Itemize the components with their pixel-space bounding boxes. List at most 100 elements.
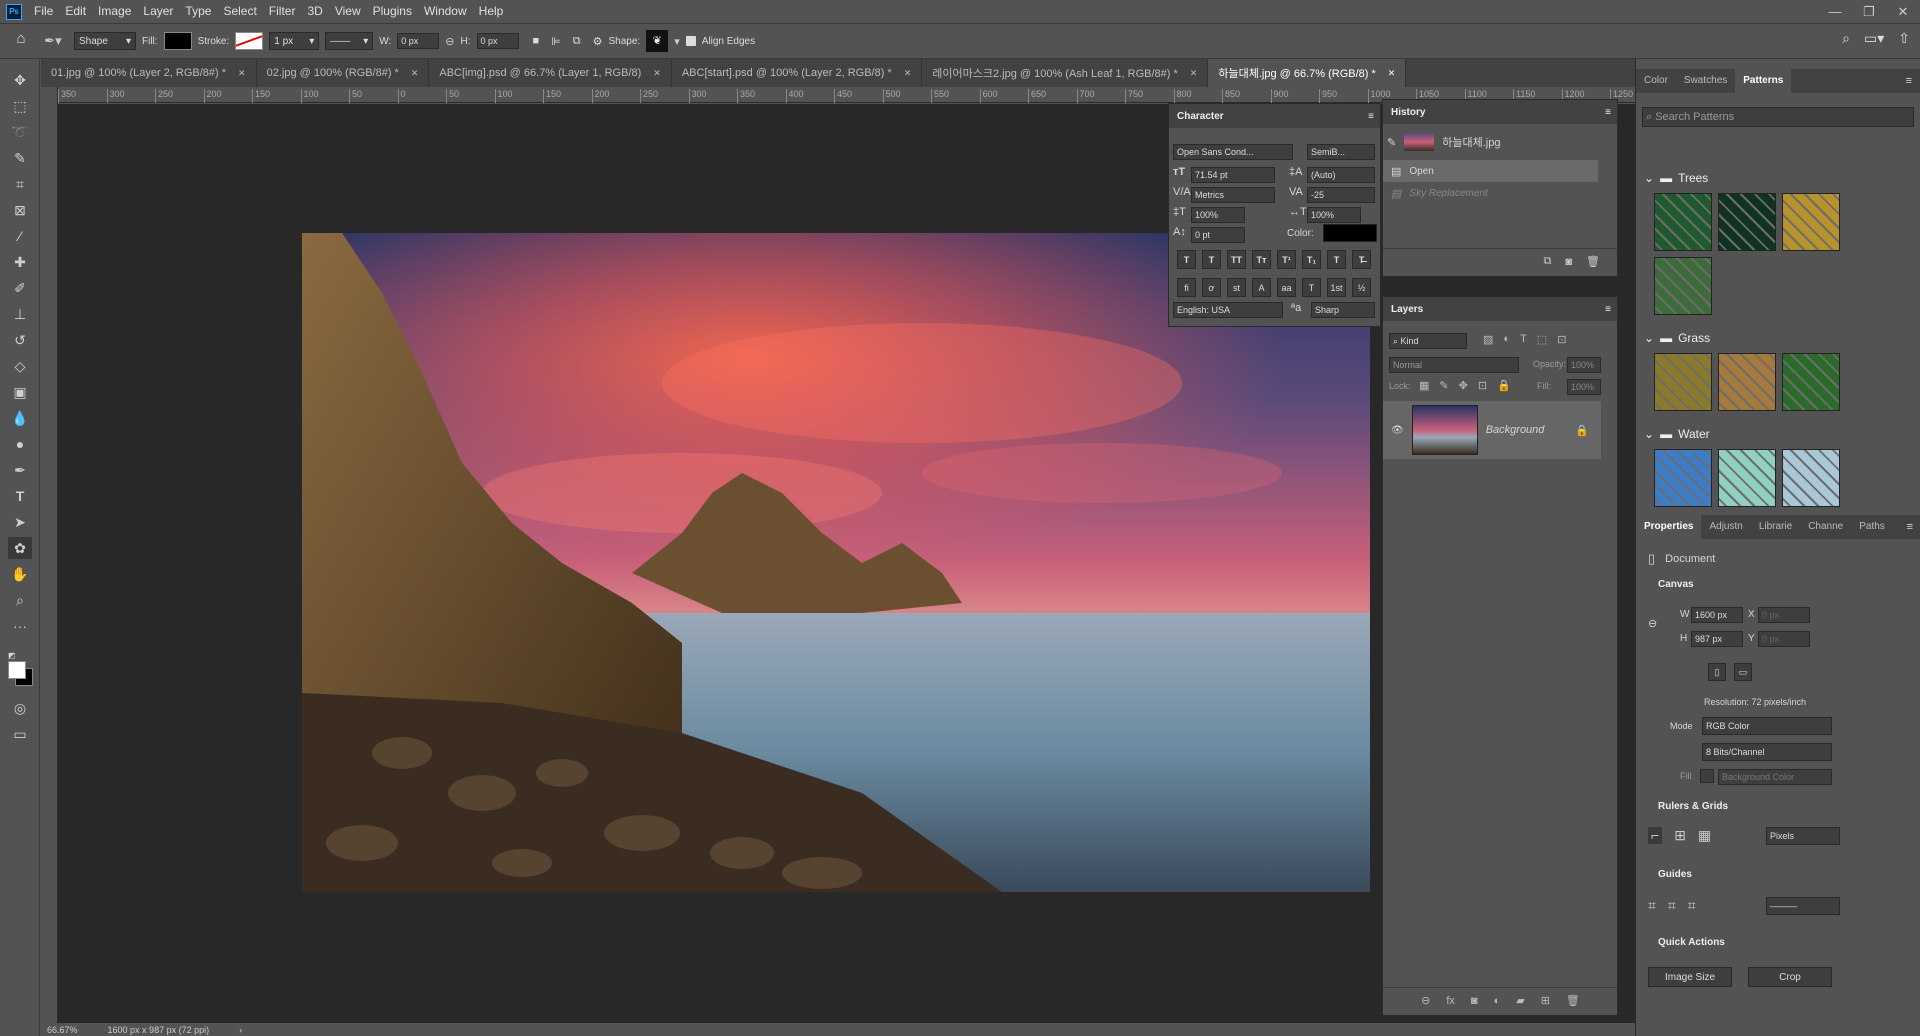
new-group-icon[interactable]: ▰: [1516, 994, 1524, 1007]
gradient-tool-icon[interactable]: ▣: [8, 381, 32, 403]
panel-menu-icon[interactable]: ≡: [1605, 107, 1611, 118]
document-tab[interactable]: 레이어마스크2.jpg @ 100% (Ash Leaf 1, RGB/8#) …: [922, 59, 1209, 87]
menu-file[interactable]: File: [28, 0, 59, 23]
menu-select[interactable]: Select: [217, 0, 262, 23]
tab-librarie[interactable]: Librarie: [1751, 515, 1800, 539]
path-operations-icon[interactable]: ■: [533, 35, 540, 47]
stroke-width-select[interactable]: 1 px ▾: [269, 32, 320, 50]
pattern-swatch[interactable]: [1654, 449, 1712, 507]
pattern-swatch[interactable]: [1718, 449, 1776, 507]
move-tool-icon[interactable]: ✥: [8, 69, 32, 91]
pen-tool-icon[interactable]: ✒: [8, 459, 32, 481]
search-icon[interactable]: ⌕: [1842, 30, 1850, 47]
tracking-input[interactable]: -25: [1307, 187, 1375, 203]
brush-tool-icon[interactable]: ✐: [8, 277, 32, 299]
vertical-scale-input[interactable]: 100%: [1191, 207, 1245, 223]
add-guide-icon[interactable]: ⌗: [1668, 897, 1676, 914]
gear-icon[interactable]: ⚙: [593, 35, 603, 48]
font-style-select[interactable]: SemiB...: [1307, 144, 1375, 160]
close-icon[interactable]: ✕: [411, 68, 419, 79]
height-input[interactable]: 0 px: [476, 33, 519, 49]
new-document-from-state-icon[interactable]: ⧉: [1544, 255, 1552, 268]
chevron-down-icon[interactable]: ⌄: [1644, 331, 1654, 345]
portrait-icon[interactable]: ▯: [1708, 663, 1726, 681]
canvas-width-input[interactable]: 1600 px: [1691, 607, 1743, 623]
chevron-right-icon[interactable]: ›: [239, 1025, 242, 1035]
text-color-swatch[interactable]: [1323, 224, 1377, 242]
panel-menu-icon[interactable]: ≡: [1907, 521, 1920, 533]
shape-tool-icon[interactable]: ✿: [8, 537, 32, 559]
zoom-level[interactable]: 66.67%: [47, 1025, 78, 1035]
blend-mode-select[interactable]: Normal: [1389, 357, 1519, 373]
frame-tool-icon[interactable]: ⊠: [8, 199, 32, 221]
layer-row[interactable]: 👁 Background 🔒: [1383, 401, 1601, 459]
close-icon[interactable]: ✕: [1388, 68, 1396, 79]
document-tab[interactable]: 하늘대체.jpg @ 66.7% (RGB/8) * ✕: [1208, 59, 1407, 87]
eraser-tool-icon[interactable]: ◇: [8, 355, 32, 377]
document-tab[interactable]: 01.jpg @ 100% (Layer 2, RGB/8#) * ✕: [41, 59, 257, 87]
width-input[interactable]: 0 px: [397, 33, 440, 49]
quick-actions-section-title[interactable]: Quick Actions: [1636, 933, 1725, 953]
link-icon[interactable]: ⊖: [445, 35, 454, 48]
tab-adjustn[interactable]: Adjustn: [1701, 515, 1750, 539]
opentype-button[interactable]: st: [1227, 278, 1246, 297]
type-filter-icon[interactable]: T: [1520, 333, 1527, 346]
type-style-button[interactable]: T: [1327, 250, 1346, 269]
opentype-button[interactable]: A: [1252, 278, 1271, 297]
visibility-eye-icon[interactable]: 👁: [1391, 425, 1404, 436]
pattern-swatch[interactable]: [1654, 353, 1712, 411]
smart-object-filter-icon[interactable]: ⊡: [1557, 333, 1566, 346]
camera-icon[interactable]: ◙: [1565, 256, 1572, 268]
language-select[interactable]: English: USA: [1173, 302, 1283, 318]
document-image[interactable]: [302, 233, 1370, 892]
layer-kind-filter[interactable]: ⌕ Kind: [1389, 333, 1467, 349]
foreground-color-swatch[interactable]: [8, 661, 26, 679]
menu-help[interactable]: Help: [473, 0, 510, 23]
panel-menu-icon[interactable]: ≡: [1906, 75, 1920, 87]
ruler-units-select[interactable]: Pixels: [1766, 827, 1840, 845]
landscape-icon[interactable]: ▭: [1734, 663, 1752, 681]
font-family-select[interactable]: Open Sans Cond...: [1173, 144, 1293, 160]
close-icon[interactable]: ✕: [653, 68, 661, 79]
pattern-folder[interactable]: ⌄ ▬ Water: [1636, 423, 1710, 445]
menu-image[interactable]: Image: [92, 0, 137, 23]
quick-select-tool-icon[interactable]: ✎: [8, 147, 32, 169]
history-brush-source-icon[interactable]: ✎: [1387, 136, 1396, 149]
tab-properties[interactable]: Properties: [1636, 515, 1702, 539]
lasso-tool-icon[interactable]: ➰: [8, 121, 32, 143]
type-style-button[interactable]: T̶: [1352, 250, 1371, 269]
menu-layer[interactable]: Layer: [137, 0, 179, 23]
type-style-button[interactable]: TT: [1227, 250, 1246, 269]
tool-mode-select[interactable]: Shape ▾: [74, 32, 136, 50]
opentype-button[interactable]: fi: [1177, 278, 1196, 297]
panel-menu-icon[interactable]: ≡: [1368, 111, 1374, 122]
pattern-swatch[interactable]: [1654, 257, 1712, 315]
share-icon[interactable]: ⇧: [1898, 30, 1910, 47]
shape-preset-picker[interactable]: ❦: [646, 30, 669, 52]
canvas-y-input[interactable]: 0 px: [1758, 631, 1810, 647]
pattern-swatch[interactable]: [1718, 193, 1776, 251]
grid-toggle-icon[interactable]: ⊞: [1674, 827, 1686, 844]
opacity-input[interactable]: 100%: [1567, 357, 1601, 373]
guide-icon[interactable]: ⌗: [1648, 897, 1656, 914]
workspace-icon[interactable]: ▭▾: [1864, 30, 1884, 47]
pattern-folder[interactable]: ⌄ ▬ Grass: [1636, 327, 1710, 349]
menu-plugins[interactable]: Plugins: [367, 0, 418, 23]
canvas-section-title[interactable]: Canvas: [1636, 575, 1694, 595]
adjustment-filter-icon[interactable]: ◐: [1503, 333, 1510, 346]
type-style-button[interactable]: T: [1177, 250, 1196, 269]
close-button[interactable]: ✕: [1886, 0, 1920, 23]
adjustment-layer-icon[interactable]: ◐: [1494, 995, 1501, 1007]
opentype-button[interactable]: 1st: [1327, 278, 1346, 297]
home-icon[interactable]: ⌂: [10, 30, 32, 52]
pixel-filter-icon[interactable]: ▨: [1483, 333, 1493, 346]
leading-input[interactable]: (Auto): [1307, 167, 1375, 183]
opentype-button[interactable]: T: [1302, 278, 1321, 297]
tab-paths[interactable]: Paths: [1851, 515, 1893, 539]
kerning-input[interactable]: Metrics: [1191, 187, 1275, 203]
blur-tool-icon[interactable]: 💧: [8, 407, 32, 429]
canvas-height-input[interactable]: 987 px: [1691, 631, 1743, 647]
pattern-swatch[interactable]: [1782, 193, 1840, 251]
crop-button[interactable]: Crop: [1748, 967, 1832, 987]
chevron-down-icon[interactable]: ▾: [674, 35, 680, 48]
